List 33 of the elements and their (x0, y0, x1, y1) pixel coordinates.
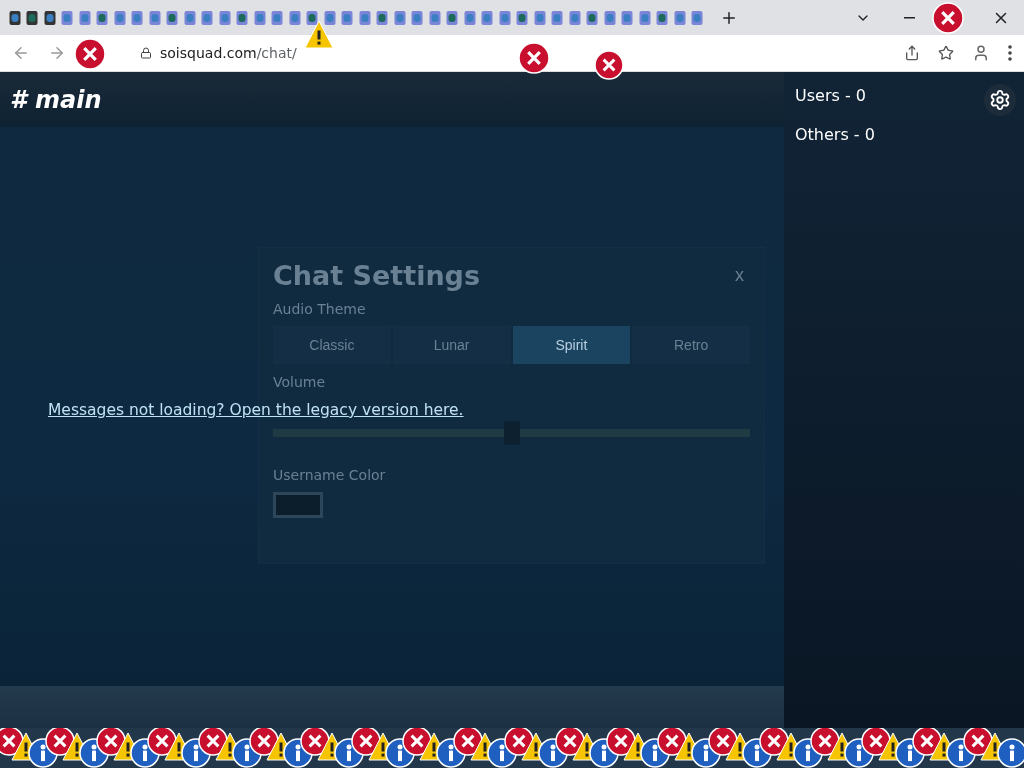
minus-icon (903, 16, 915, 19)
tab-favicon-icon[interactable] (236, 9, 249, 26)
dialog-title: Chat Settings (273, 260, 480, 291)
user-group-label: Users - 0 (795, 86, 866, 105)
channel-title: # main (10, 85, 102, 114)
tab-favicon-icon[interactable] (26, 9, 39, 26)
arrow-right-icon (48, 44, 66, 62)
legacy-link[interactable]: Messages not loading? Open the legacy version here. (48, 401, 464, 419)
tab-favicon-icon[interactable] (656, 9, 669, 26)
color-swatch[interactable] (273, 492, 323, 518)
color-label: Username Color (273, 467, 386, 483)
tab-favicon-icon[interactable] (166, 9, 179, 26)
tab-favicon-icon[interactable] (516, 9, 529, 26)
lock-icon (140, 47, 152, 59)
tab-favicon-icon[interactable] (43, 9, 56, 26)
close-button[interactable]: x (729, 264, 750, 287)
volume-label: Volume (273, 374, 326, 390)
tab-favicon-icon[interactable] (8, 9, 21, 26)
tab-favicon-icon[interactable] (376, 9, 389, 26)
settings-button[interactable] (984, 84, 1016, 116)
theme-tab[interactable]: Classic (273, 326, 391, 364)
tab-favicon-icon[interactable] (306, 9, 319, 26)
dots-icon (1008, 45, 1012, 61)
user-group-label: Others - 0 (795, 125, 875, 144)
tab-favicon-icon[interactable] (446, 9, 459, 26)
theme-tab[interactable]: Lunar (392, 326, 511, 364)
tab-favicon-icon[interactable] (586, 9, 599, 26)
theme-tab[interactable]: Retro (632, 326, 750, 364)
slider-thumb[interactable] (503, 421, 520, 445)
audio-theme-label: Audio Theme (273, 301, 366, 317)
tab-favicon-icon[interactable] (96, 9, 109, 26)
address-field[interactable]: soisquad.com/chat/ (160, 45, 297, 61)
theme-tab[interactable]: Spirit (512, 326, 631, 364)
